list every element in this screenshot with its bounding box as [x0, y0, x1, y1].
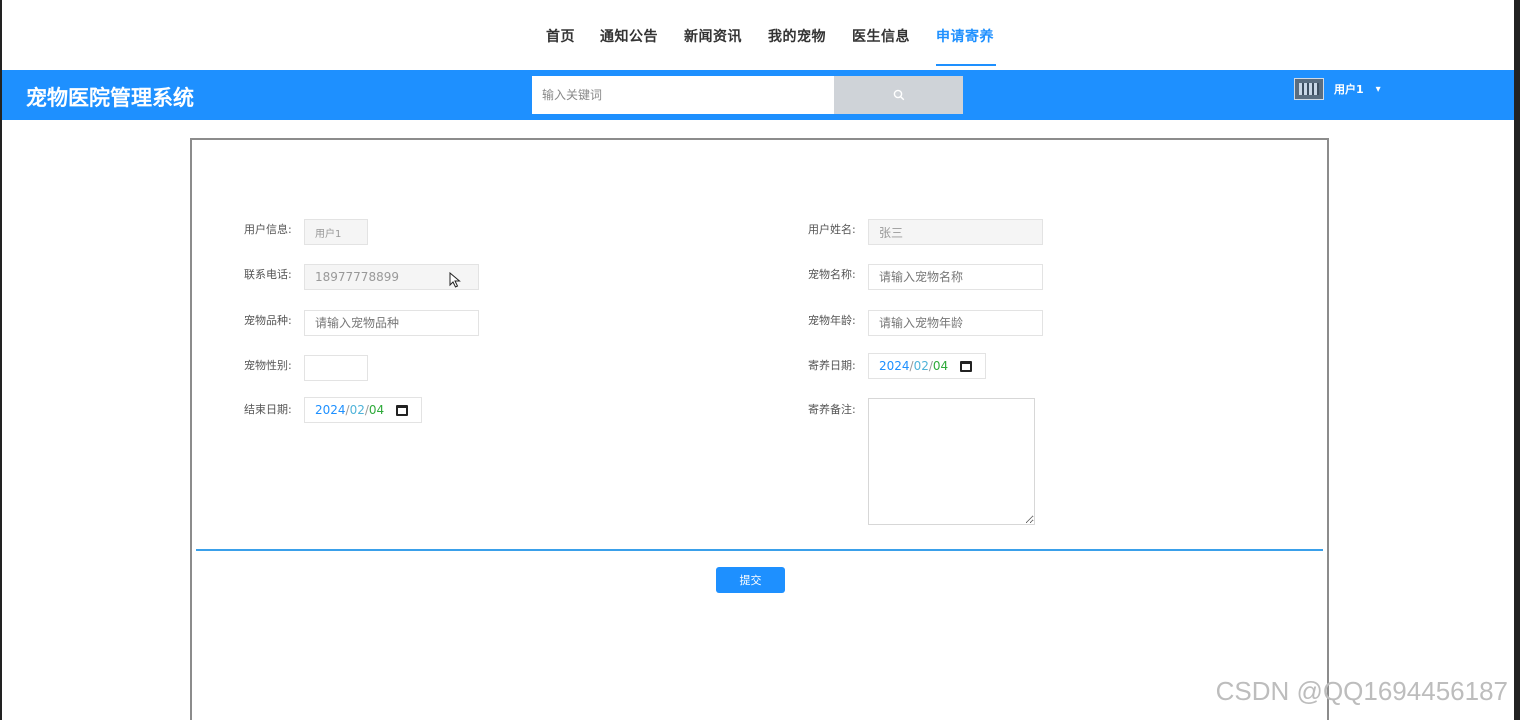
pet-age-field[interactable]: [868, 310, 1043, 336]
remark-label: 寄养备注:: [808, 403, 856, 416]
nav-notices[interactable]: 通知公告: [600, 26, 658, 46]
pet-name-field[interactable]: [868, 264, 1043, 290]
search-input[interactable]: [532, 76, 834, 114]
user-menu[interactable]: 用户1 ▾: [1294, 76, 1381, 102]
header-bar: 宠物医院管理系统 用户1 ▾: [2, 70, 1514, 120]
user-name-field[interactable]: [868, 219, 1043, 245]
board-date-day: 04: [932, 359, 949, 373]
nav-home[interactable]: 首页: [546, 26, 575, 46]
user-info-field[interactable]: [304, 219, 368, 245]
form-divider: [196, 549, 1323, 551]
board-date-picker[interactable]: 2024/02/04: [868, 353, 986, 379]
remark-textarea[interactable]: [868, 398, 1035, 525]
calendar-icon[interactable]: [396, 404, 409, 416]
end-date-label: 结束日期:: [244, 403, 292, 416]
phone-label: 联系电话:: [244, 268, 292, 281]
top-nav: 首页 通知公告 新闻资讯 我的宠物 医生信息 申请寄养: [2, 0, 1514, 70]
nav-apply-boarding[interactable]: 申请寄养: [936, 26, 994, 46]
end-date-picker[interactable]: 2024/02/04: [304, 397, 422, 423]
end-date-month: 02: [349, 403, 365, 417]
search-button[interactable]: [834, 76, 963, 114]
active-tab-indicator: [936, 64, 996, 66]
user-info-label: 用户信息:: [244, 223, 292, 236]
pet-gender-select[interactable]: [304, 355, 368, 381]
boarding-form: 用户信息: 联系电话: 宠物品种: 宠物性别: 结束日期: 2024/02/04…: [190, 138, 1329, 720]
app-window: 首页 通知公告 新闻资讯 我的宠物 医生信息 申请寄养 宠物医院管理系统 用户1…: [0, 0, 1520, 720]
pet-breed-field[interactable]: [304, 310, 479, 336]
board-date-month: 02: [913, 359, 929, 373]
watermark: CSDN @QQ1694456187: [1215, 676, 1508, 706]
pet-gender-label: 宠物性别:: [244, 359, 292, 372]
pet-breed-label: 宠物品种:: [244, 314, 292, 327]
end-date-year: 2024: [315, 403, 346, 417]
site-title: 宠物医院管理系统: [26, 86, 194, 110]
calendar-icon[interactable]: [960, 360, 973, 372]
user-name-label: 用户姓名:: [808, 223, 856, 236]
avatar: [1294, 78, 1324, 100]
pet-name-label: 宠物名称:: [808, 268, 856, 281]
nav-my-pets[interactable]: 我的宠物: [768, 26, 826, 46]
board-date-label: 寄养日期:: [808, 359, 856, 372]
search-icon: [893, 89, 904, 101]
mouse-cursor-icon: [449, 272, 461, 288]
nav-doctors[interactable]: 医生信息: [852, 26, 910, 46]
chevron-down-icon: ▾: [1375, 83, 1381, 95]
end-date-day: 04: [368, 403, 385, 417]
submit-button[interactable]: 提交: [716, 567, 785, 593]
pet-age-label: 宠物年龄:: [808, 314, 856, 327]
nav-news[interactable]: 新闻资讯: [684, 26, 742, 46]
user-name: 用户1: [1334, 83, 1364, 96]
board-date-year: 2024: [879, 359, 910, 373]
